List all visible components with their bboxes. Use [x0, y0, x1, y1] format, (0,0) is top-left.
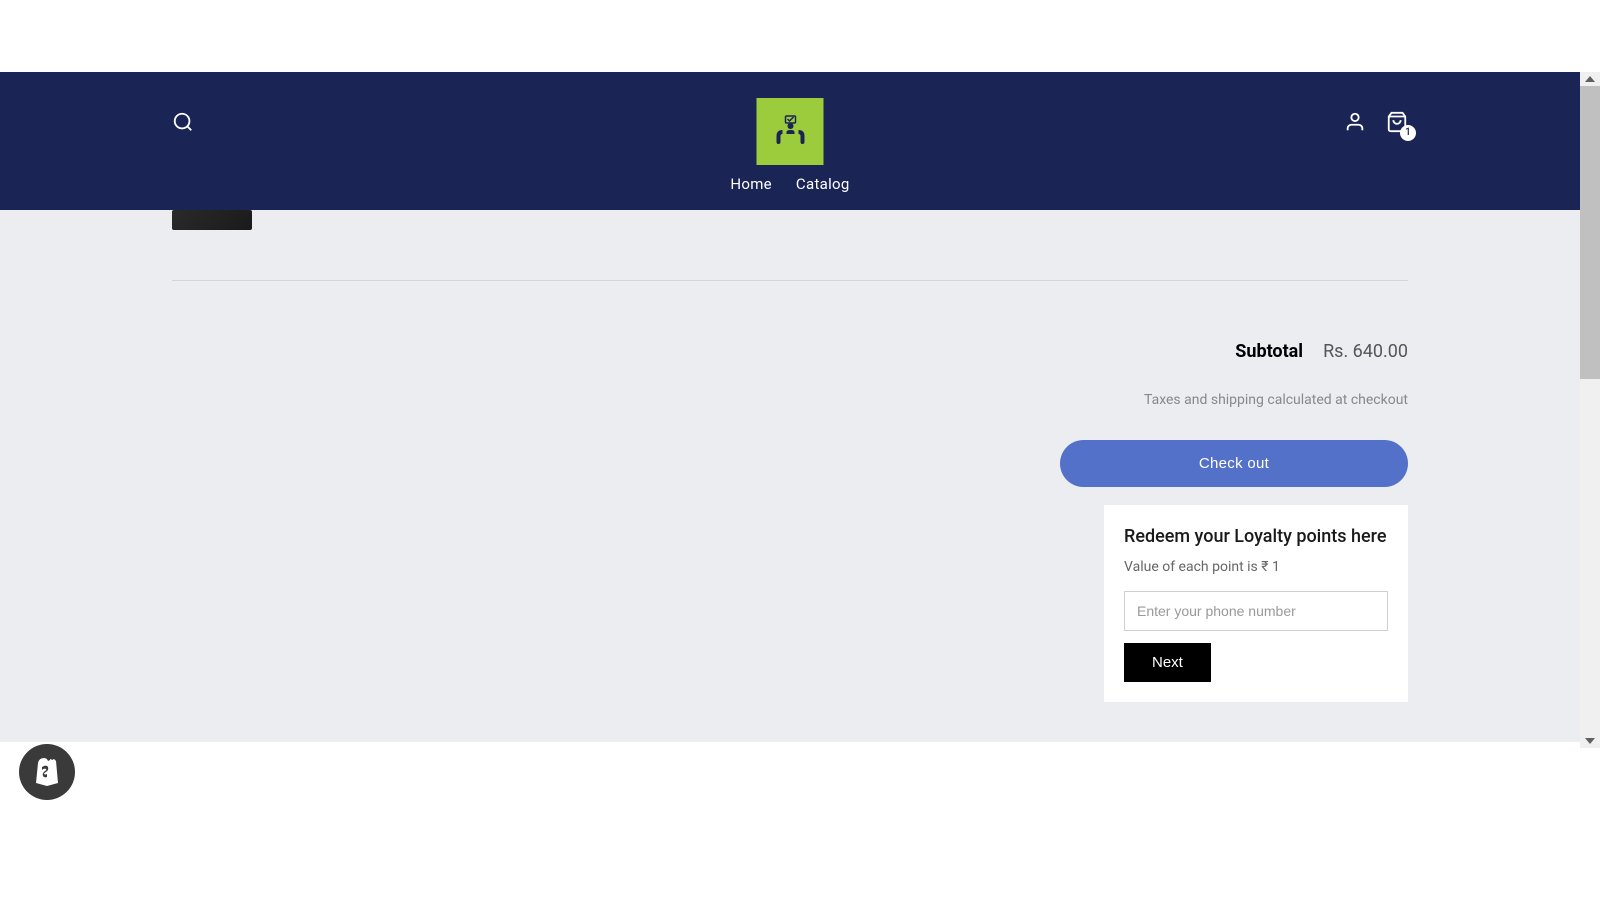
loyalty-card: Redeem your Loyalty points here Value of… — [1104, 505, 1408, 702]
logo-icon — [757, 98, 824, 165]
scrollbar-arrow-down[interactable] — [1580, 734, 1600, 748]
cart-divider — [172, 280, 1408, 281]
checkout-button[interactable]: Check out — [1060, 440, 1408, 487]
cart-button[interactable]: 1 — [1386, 111, 1408, 137]
bottom-whitespace — [0, 742, 1600, 822]
main-nav: Home Catalog — [0, 175, 1580, 210]
site-header: 1 Home Catalog — [0, 72, 1580, 210]
chevron-up-icon — [1585, 76, 1595, 82]
main-content: Subtotal Rs. 640.00 Taxes and shipping c… — [0, 210, 1580, 742]
header-right-actions: 1 — [1344, 111, 1408, 137]
site-logo[interactable] — [757, 98, 824, 165]
scrollbar-thumb[interactable] — [1580, 84, 1600, 379]
product-thumbnail[interactable] — [172, 210, 252, 230]
loyalty-phone-input[interactable] — [1124, 591, 1388, 631]
scrollbar-arrow-up[interactable] — [1580, 72, 1600, 86]
shopify-admin-button[interactable] — [19, 744, 75, 800]
subtotal-row: Subtotal Rs. 640.00 — [172, 341, 1408, 362]
cart-item — [172, 210, 1408, 250]
cart-count-badge: 1 — [1400, 125, 1416, 141]
tax-shipping-note: Taxes and shipping calculated at checkou… — [172, 392, 1408, 408]
chevron-down-icon — [1585, 738, 1595, 744]
search-icon — [172, 111, 194, 133]
subtotal-value: Rs. 640.00 — [1323, 341, 1408, 362]
nav-catalog[interactable]: Catalog — [796, 175, 850, 193]
loyalty-title: Redeem your Loyalty points here — [1124, 525, 1388, 549]
search-button[interactable] — [172, 111, 194, 137]
header-top-row: 1 — [0, 72, 1580, 175]
nav-home[interactable]: Home — [730, 175, 772, 193]
vertical-scrollbar[interactable] — [1580, 72, 1600, 748]
subtotal-label: Subtotal — [1235, 341, 1303, 362]
top-whitespace — [0, 0, 1600, 72]
loyalty-subtitle: Value of each point is ₹ 1 — [1124, 559, 1388, 575]
shopify-icon — [32, 755, 62, 789]
account-icon — [1344, 111, 1366, 133]
loyalty-next-button[interactable]: Next — [1124, 643, 1211, 682]
account-button[interactable] — [1344, 111, 1366, 137]
